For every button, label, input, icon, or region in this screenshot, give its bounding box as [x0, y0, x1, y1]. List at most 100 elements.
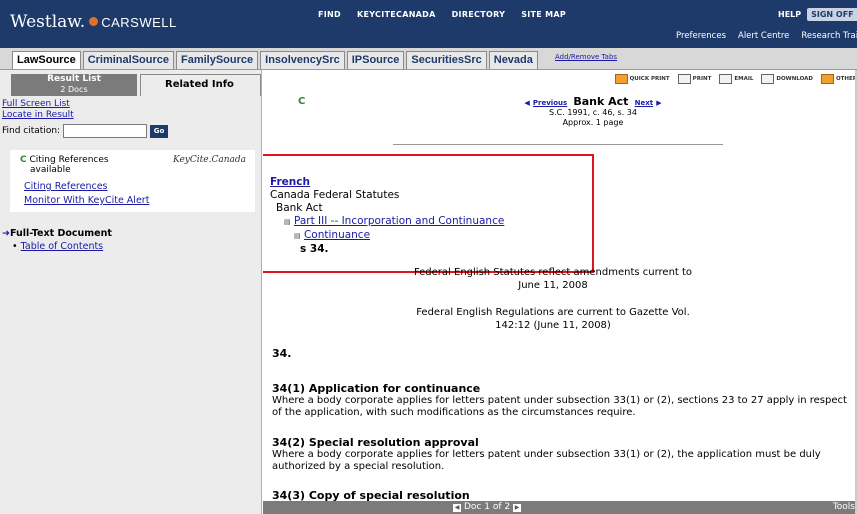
- find-citation-input[interactable]: [63, 124, 148, 138]
- other-icon: [820, 74, 834, 84]
- previous-arrow-icon: ◀: [524, 99, 530, 107]
- sub-nav: Preferences Alert Centre Research Trail: [676, 31, 857, 41]
- document-length: Approx. 1 page: [562, 118, 624, 127]
- tab-related-info[interactable]: Related Info: [140, 74, 261, 96]
- full-screen-list-link[interactable]: Full Screen List: [2, 99, 74, 110]
- help-nav: HELP SIGN OFF: [778, 8, 857, 21]
- top-header: Westlaw. CARSWELL FIND KEYCITECANADA DIRE…: [0, 0, 857, 48]
- left-panel: Result List 2 Docs Related Info Full Scr…: [0, 70, 262, 514]
- add-remove-tabs-link[interactable]: Add/Remove Tabs: [555, 53, 617, 61]
- document-toolbar: QUICK PRINT PRINT EMAIL DOWNLOAD OTHER: [614, 74, 857, 84]
- tools-button[interactable]: Tools: [833, 501, 855, 514]
- statutes-currency-note: Federal English Statutes reflect amendme…: [413, 267, 693, 291]
- next-doc-button[interactable]: ▶: [513, 503, 522, 512]
- citing-references-link[interactable]: Citing References: [24, 181, 108, 192]
- table-of-contents-link[interactable]: Table of Contents: [21, 241, 104, 252]
- download-label: DOWNLOAD: [776, 76, 813, 82]
- envelope-icon: [719, 74, 733, 84]
- citing-flag-icon: C: [20, 155, 27, 165]
- tab-ipsource[interactable]: IPSource: [346, 51, 405, 69]
- email-label: EMAIL: [734, 76, 754, 82]
- divider: [393, 144, 723, 145]
- find-citation-label: Find citation:: [2, 126, 61, 136]
- print-label: PRINT: [692, 76, 712, 82]
- act-label: Bank Act: [276, 202, 323, 214]
- tab-familysource[interactable]: FamilySource: [176, 51, 259, 69]
- result-links: Full Screen List Locate in Result: [2, 99, 74, 121]
- keycite-status: C Citing References available: [20, 155, 109, 175]
- document-status-bar: ◀ Doc 1 of 2 ▶ Tools: [263, 501, 857, 514]
- research-trail-link[interactable]: Research Trail: [801, 31, 857, 41]
- document-pane: QUICK PRINT PRINT EMAIL DOWNLOAD OTHER C…: [263, 70, 857, 514]
- keycite-flag-icon[interactable]: C: [298, 96, 305, 107]
- regulations-currency-note: Federal English Regulations are current …: [416, 307, 690, 331]
- tab-criminalsource[interactable]: CriminalSource: [82, 51, 174, 69]
- document-citation: S.C. 1991, c. 46, s. 34: [549, 108, 637, 117]
- part-iii-link[interactable]: Part III -- Incorporation and Continuanc…: [294, 215, 504, 227]
- tab-nevada[interactable]: Nevada: [488, 51, 538, 69]
- result-list-label: Result List: [47, 74, 101, 84]
- source-tab-bar: LawSource CriminalSource FamilySource In…: [0, 48, 857, 70]
- email-button[interactable]: EMAIL: [719, 74, 753, 84]
- keycite-box: C Citing References available KeyCite.Ca…: [10, 150, 255, 212]
- alert-centre-link[interactable]: Alert Centre: [738, 31, 789, 41]
- top-nav: FIND KEYCITECANADA DIRECTORY SITE MAP: [318, 10, 566, 19]
- quick-print-label: QUICK PRINT: [629, 76, 670, 82]
- preferences-link[interactable]: Preferences: [676, 31, 726, 41]
- find-citation-form: Find citation: Go: [2, 124, 169, 138]
- westlaw-carswell-logo[interactable]: Westlaw. CARSWELL: [10, 12, 177, 32]
- next-link[interactable]: Next: [635, 99, 653, 107]
- doc-position: Doc 1 of 2: [464, 502, 511, 512]
- quick-print-icon: [614, 74, 628, 84]
- monitor-keycite-alert-link[interactable]: Monitor With KeyCite Alert: [24, 195, 149, 206]
- print-button[interactable]: PRINT: [677, 74, 712, 84]
- download-button[interactable]: DOWNLOAD: [761, 74, 813, 84]
- section-paragraph: 34(1) Application for continuance Where …: [272, 383, 852, 419]
- sign-off-button[interactable]: SIGN OFF: [807, 8, 857, 21]
- logo-dot-icon: [89, 17, 99, 26]
- collection-label: Canada Federal Statutes: [270, 189, 400, 201]
- section-paragraph: 34(2) Special resolution approval Where …: [272, 437, 852, 473]
- printer-icon: [677, 74, 691, 84]
- section-label: s 34.: [300, 243, 329, 255]
- tab-result-list[interactable]: Result List 2 Docs: [11, 74, 137, 96]
- help-link[interactable]: HELP: [778, 10, 801, 19]
- table-of-contents-item: • Table of Contents: [12, 241, 103, 252]
- tab-securitiessrc[interactable]: SecuritiesSrc: [406, 51, 487, 69]
- go-button[interactable]: Go: [150, 124, 169, 138]
- toc-node-icon: ▤: [294, 232, 301, 240]
- tab-lawsource[interactable]: LawSource: [12, 51, 81, 69]
- other-button[interactable]: OTHER: [820, 74, 857, 84]
- french-version-link[interactable]: French: [270, 176, 504, 189]
- nav-keycite-canada[interactable]: KEYCITECANADA: [357, 10, 436, 19]
- westlaw-wordmark: Westlaw.: [10, 12, 86, 32]
- nav-site-map[interactable]: SITE MAP: [521, 10, 566, 19]
- next-arrow-icon: ▶: [656, 99, 662, 107]
- previous-doc-button[interactable]: ◀: [453, 503, 461, 512]
- nav-directory[interactable]: DIRECTORY: [452, 10, 506, 19]
- keycite-status-line1: Citing References: [29, 155, 109, 165]
- carswell-wordmark: CARSWELL: [101, 15, 177, 30]
- toc-node-icon: ▤: [284, 218, 291, 226]
- continuance-link[interactable]: Continuance: [304, 229, 370, 241]
- tab-insolvencysrc[interactable]: InsolvencySrc: [260, 51, 345, 69]
- quick-print-button[interactable]: QUICK PRINT: [614, 74, 670, 84]
- right-arrow-icon: ➜: [2, 228, 10, 239]
- download-icon: [761, 74, 775, 84]
- keycite-status-line2: available: [30, 165, 71, 175]
- other-label: OTHER: [835, 76, 857, 82]
- section-number: 34.: [272, 347, 292, 360]
- document-navigator: ◀ Previous Bank Act Next ▶ S.C. 1991, c.…: [493, 95, 693, 128]
- previous-link[interactable]: Previous: [533, 99, 567, 107]
- result-count: 2 Docs: [60, 85, 88, 94]
- locate-in-result-link[interactable]: Locate in Result: [2, 110, 74, 121]
- document-title: Bank Act: [573, 95, 629, 108]
- keycite-canada-logo: KeyCite.Canada: [173, 155, 247, 165]
- bullet-icon: •: [12, 241, 18, 252]
- nav-find[interactable]: FIND: [318, 10, 341, 19]
- full-text-document-heading: ➜Full-Text Document: [2, 228, 112, 239]
- paragraph-text: Where a body corporate applies for lette…: [272, 449, 821, 472]
- paragraph-heading: 34(1) Application for continuance: [272, 382, 481, 395]
- paragraph-text: Where a body corporate applies for lette…: [272, 395, 847, 418]
- document-hierarchy: French Canada Federal Statutes Bank Act …: [270, 176, 504, 256]
